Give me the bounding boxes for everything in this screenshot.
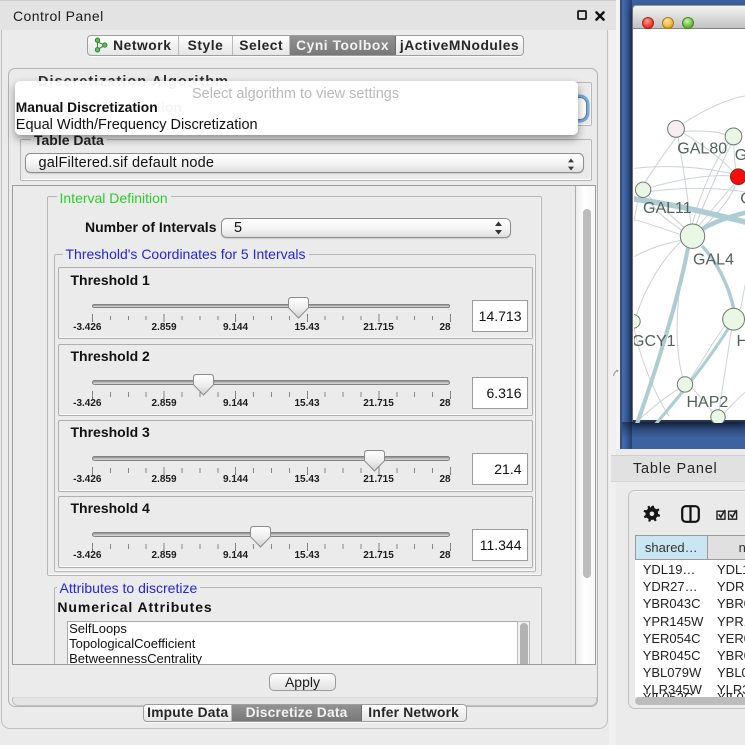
svg-text:GCY1: GCY1 (634, 333, 676, 350)
svg-text:C: C (740, 191, 745, 208)
svg-text:GAL11: GAL11 (643, 200, 692, 217)
svg-text:GAL80: GAL80 (677, 141, 727, 158)
svg-text:G.: G. (735, 147, 745, 164)
svg-text:HAP2: HAP2 (687, 394, 729, 411)
svg-text:H: H (737, 333, 745, 350)
svg-text:GAL4: GAL4 (693, 252, 734, 269)
